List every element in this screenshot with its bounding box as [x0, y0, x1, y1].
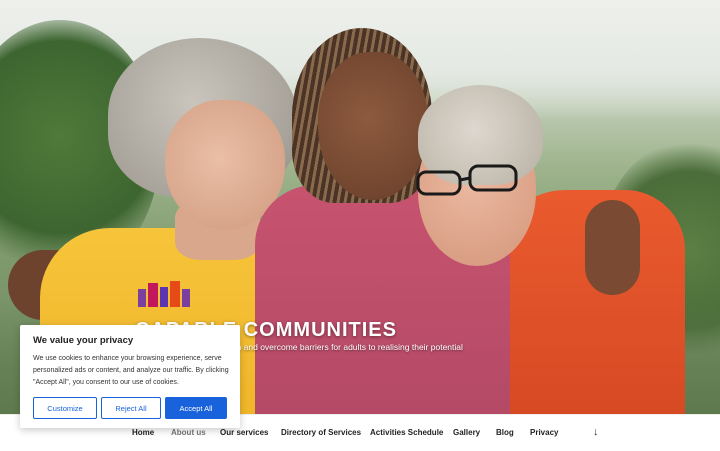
nav-item-privacy[interactable]: Privacy [530, 428, 558, 437]
nav-item-activities-schedule[interactable]: Activities Schedule [370, 428, 443, 437]
cookie-description: We use cookies to enhance your browsing … [33, 355, 229, 386]
reject-all-button[interactable]: Reject All [101, 397, 161, 419]
woman-center-face [318, 52, 428, 200]
nav-item-about-us[interactable]: About us [171, 428, 206, 437]
nav-item-blog[interactable]: Blog [496, 428, 514, 437]
cookie-consent-dialog: We value your privacy We use cookies to … [20, 325, 240, 428]
nav-item-gallery[interactable]: Gallery [453, 428, 480, 437]
shirt-logo-icon [138, 281, 190, 307]
accept-all-button[interactable]: Accept All [165, 397, 227, 419]
nav-item-home[interactable]: Home [132, 428, 154, 437]
glasses-icon [416, 164, 518, 196]
arrow-down-icon[interactable]: ↓ [593, 426, 599, 438]
nav-item-directory-of-services[interactable]: Directory of Services [281, 428, 361, 437]
cookie-title: We value your privacy [33, 335, 134, 346]
customize-button[interactable]: Customize [33, 397, 97, 419]
nav-item-our-services[interactable]: Our services [220, 428, 268, 437]
woman-arm-right [585, 200, 640, 295]
